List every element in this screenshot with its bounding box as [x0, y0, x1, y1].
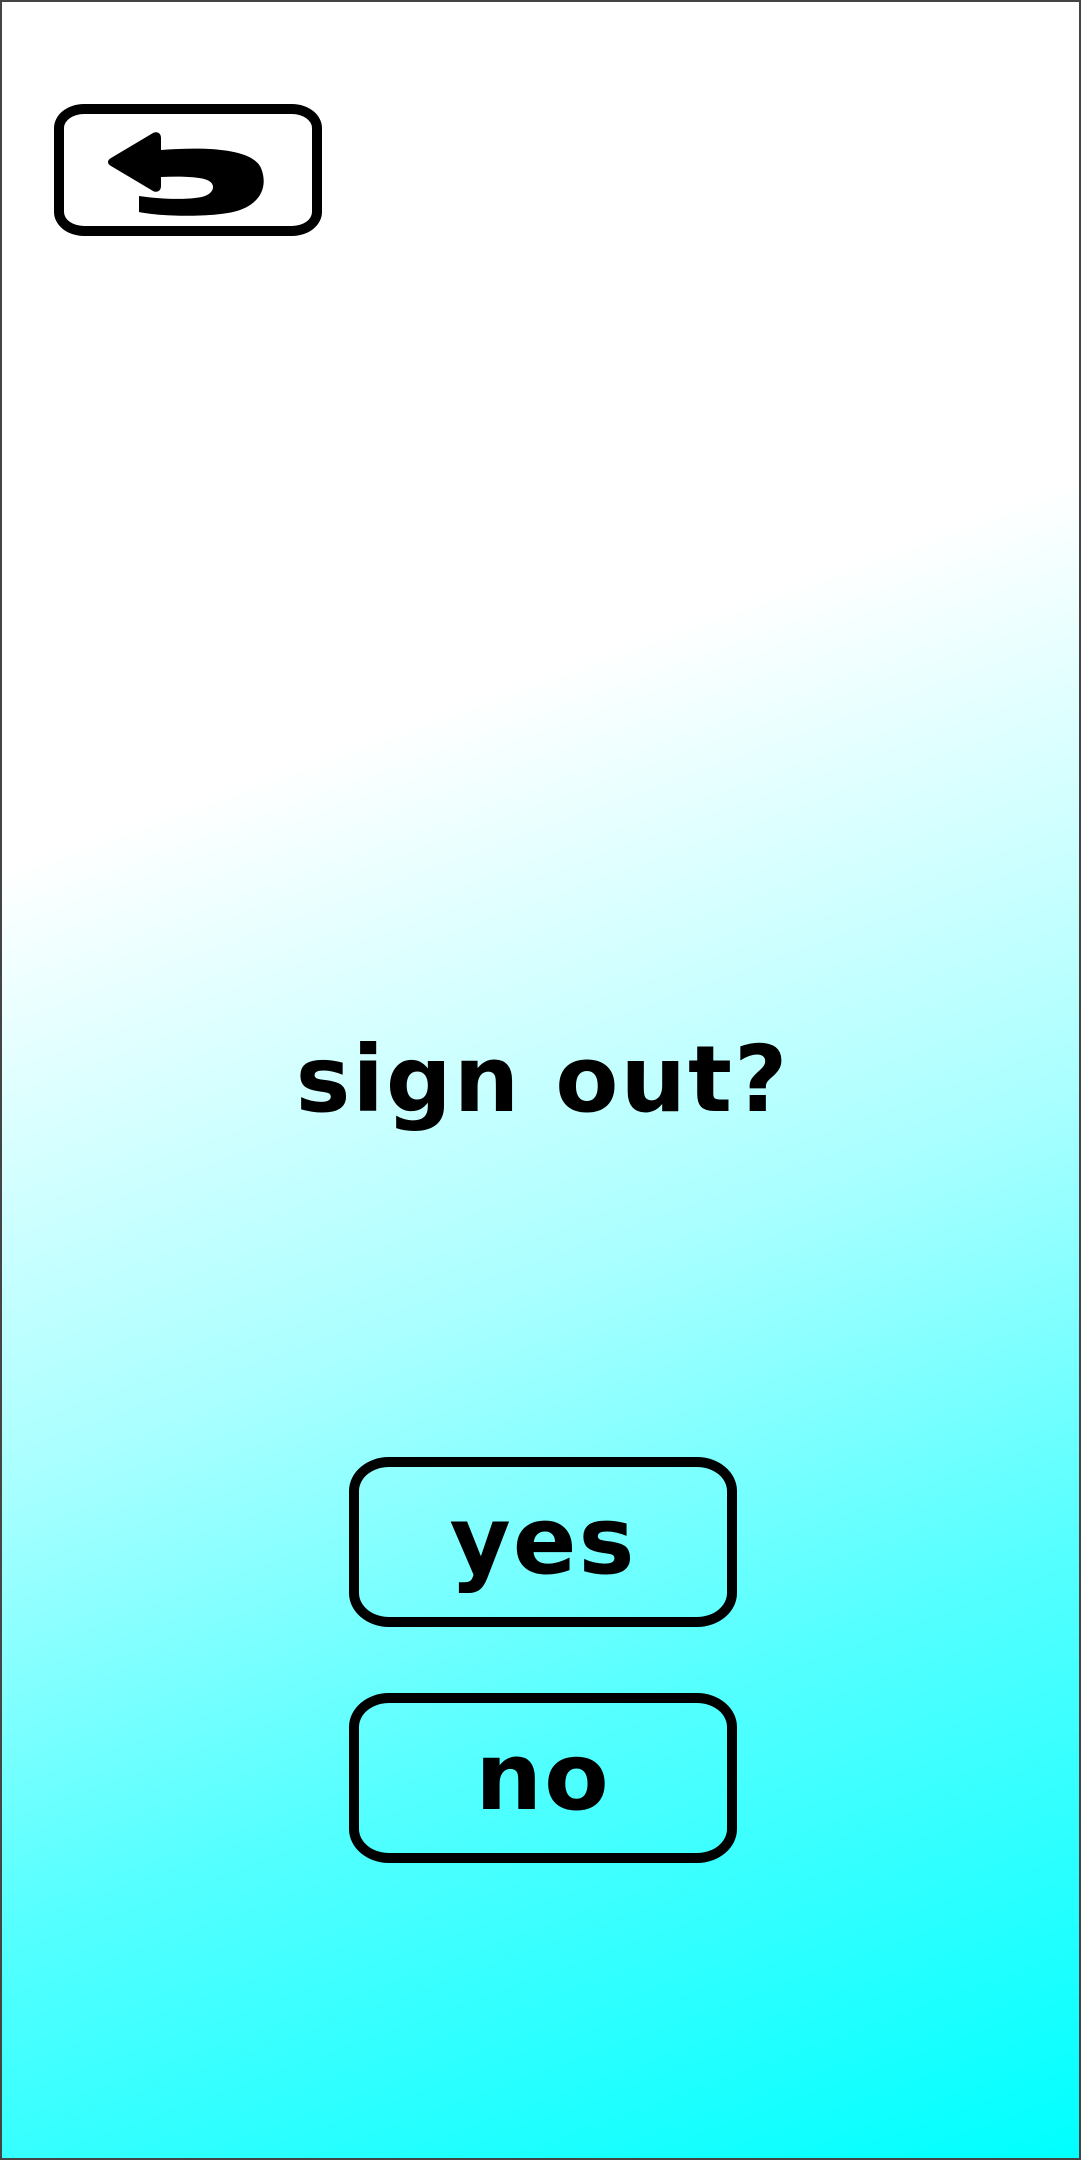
yes-button-label: yes	[449, 1487, 637, 1596]
sign-out-prompt: sign out?	[295, 1026, 790, 1133]
sign-out-screen: sign out? yes no	[0, 0, 1081, 2160]
back-button[interactable]	[54, 104, 322, 236]
yes-button[interactable]: yes	[349, 1457, 737, 1627]
no-button-label: no	[475, 1723, 611, 1832]
return-arrow-icon	[103, 122, 273, 218]
no-button[interactable]: no	[349, 1693, 737, 1863]
